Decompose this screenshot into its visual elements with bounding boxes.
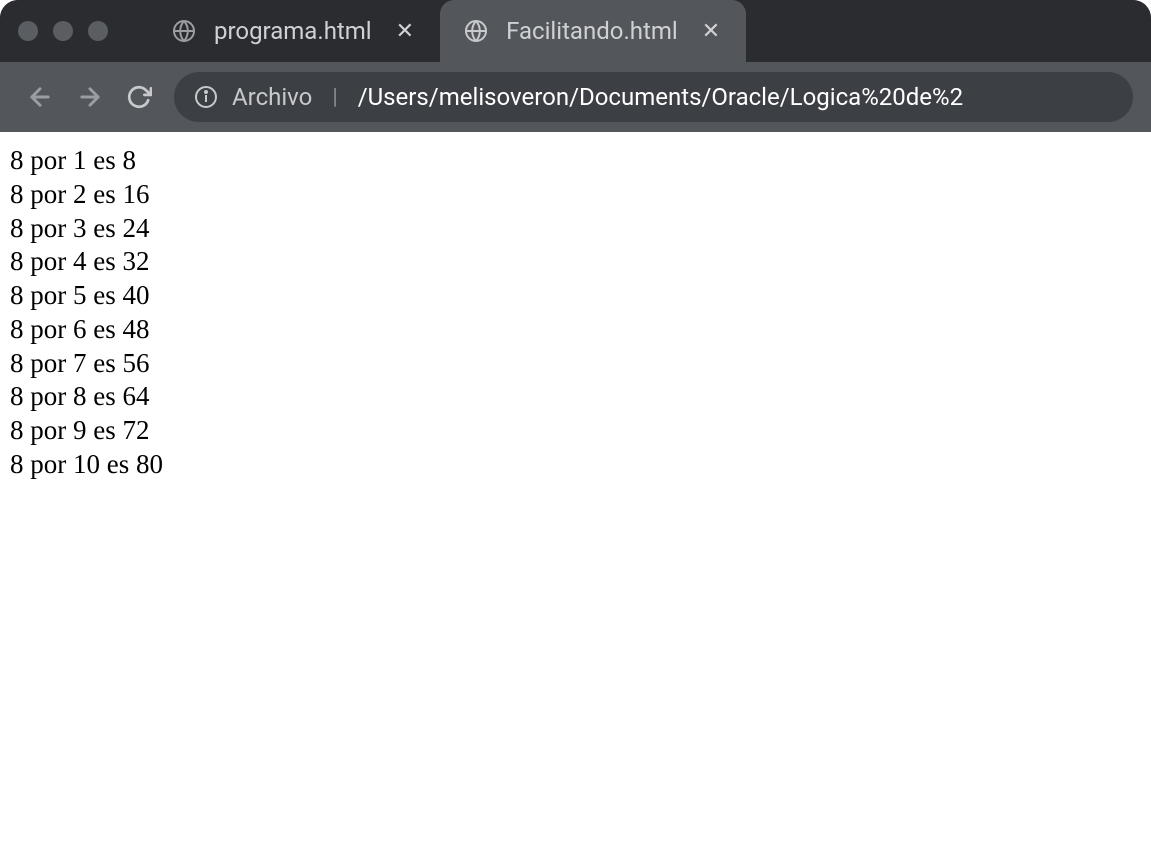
close-icon[interactable]: ✕ [390,19,420,44]
output-line: 8 por 2 es 16 [10,178,1141,212]
output-line: 8 por 10 es 80 [10,448,1141,482]
close-icon[interactable]: ✕ [696,19,726,44]
globe-icon [464,19,488,43]
tab-facilitando[interactable]: Facilitando.html ✕ [440,0,746,62]
tab-strip: programa.html ✕ Facilitando.html ✕ [148,0,1151,62]
address-bar[interactable]: Archivo | /Users/melisoveron/Documents/O… [174,72,1133,122]
tab-title: Facilitando.html [506,17,678,45]
info-icon [194,85,218,109]
forward-button[interactable] [76,83,104,111]
output-line: 8 por 9 es 72 [10,414,1141,448]
back-button[interactable] [26,83,54,111]
browser-chrome: programa.html ✕ Facilitando.html ✕ [0,0,1151,132]
tab-programa[interactable]: programa.html ✕ [148,0,440,62]
window-controls [18,21,108,41]
globe-icon [172,19,196,43]
arrow-right-icon [76,83,104,111]
tab-title: programa.html [214,17,372,45]
output-line: 8 por 1 es 8 [10,144,1141,178]
address-scheme-label: Archivo [232,83,312,111]
titlebar: programa.html ✕ Facilitando.html ✕ [0,0,1151,62]
window-minimize-button[interactable] [53,21,73,41]
output-line: 8 por 7 es 56 [10,347,1141,381]
output-line: 8 por 4 es 32 [10,245,1141,279]
window-close-button[interactable] [18,21,38,41]
arrow-left-icon [26,83,54,111]
output-line: 8 por 3 es 24 [10,212,1141,246]
address-separator: | [332,85,337,110]
output-line: 8 por 6 es 48 [10,313,1141,347]
toolbar: Archivo | /Users/melisoveron/Documents/O… [0,62,1151,132]
output-line: 8 por 5 es 40 [10,279,1141,313]
window-maximize-button[interactable] [88,21,108,41]
address-path: /Users/melisoveron/Documents/Oracle/Logi… [358,83,963,111]
output-line: 8 por 8 es 64 [10,380,1141,414]
page-viewport: 8 por 1 es 8 8 por 2 es 16 8 por 3 es 24… [0,132,1151,494]
reload-button[interactable] [126,84,152,110]
reload-icon [126,84,152,110]
